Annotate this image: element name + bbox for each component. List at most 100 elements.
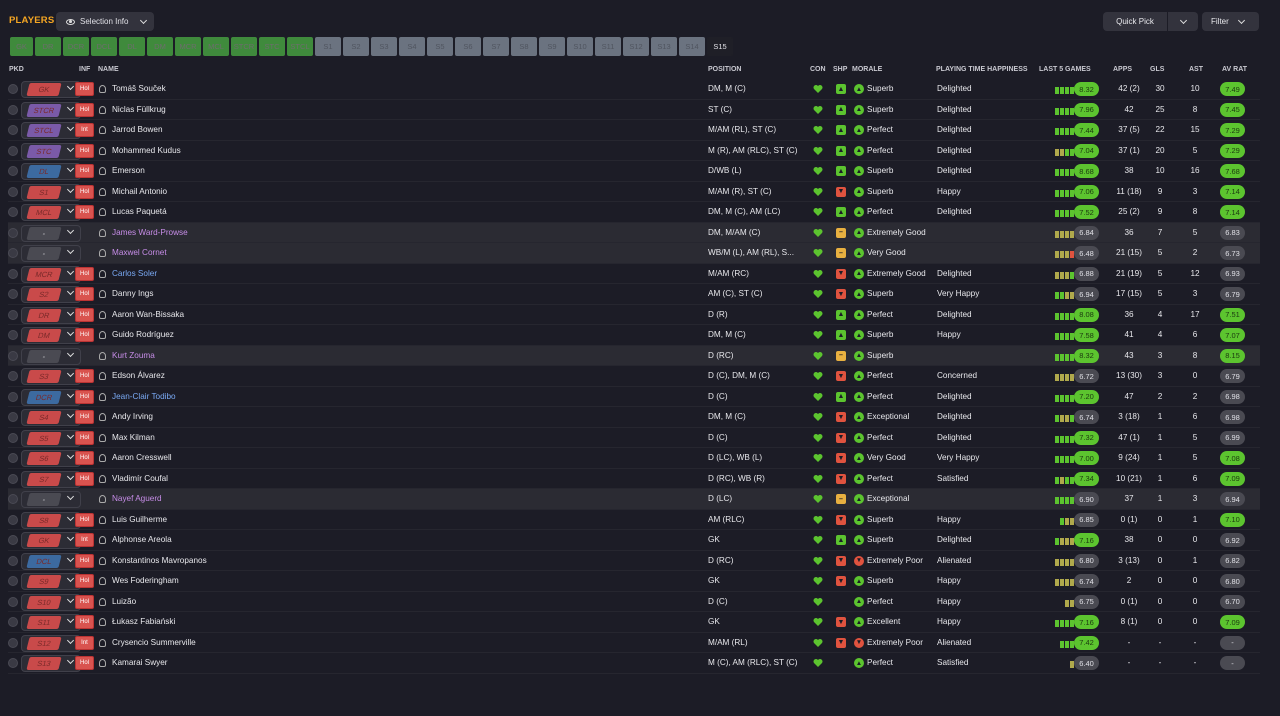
player-name[interactable]: Maxwel Cornet [112, 248, 167, 257]
pick-checkbox[interactable] [8, 227, 18, 238]
info-badge[interactable]: Hol [75, 143, 94, 158]
player-name[interactable]: Kamarai Swyer [112, 658, 168, 667]
info-badge[interactable]: Hol [75, 184, 94, 199]
selection-dropdown[interactable]: DCR [21, 388, 81, 406]
info-badge[interactable]: Hol [75, 102, 94, 117]
selection-dropdown[interactable]: - [21, 491, 81, 508]
col-morale[interactable]: MORALE [852, 66, 882, 73]
selection-dropdown[interactable]: STC [21, 142, 81, 160]
pick-checkbox[interactable] [8, 145, 18, 156]
col-ast[interactable]: AST [1189, 66, 1203, 73]
tab-s5[interactable]: S5 [427, 37, 453, 56]
pick-checkbox[interactable] [8, 289, 18, 299]
table-row[interactable]: S4 Hol Andy Irving DM, M (C) ▼ ▲ Exceptional De… [8, 407, 1260, 428]
player-name[interactable]: Edson Álvarez [112, 371, 165, 380]
pick-checkbox[interactable] [8, 412, 18, 422]
table-row[interactable]: S12 Int Crysencio Summerville M/AM (RL) ▼ ▼ Ex… [8, 633, 1260, 653]
player-name[interactable]: Crysencio Summerville [112, 638, 196, 647]
player-name[interactable]: Luizão [112, 597, 136, 606]
selection-dropdown[interactable]: S9 [21, 573, 81, 590]
pick-checkbox[interactable] [8, 186, 18, 197]
tab-s13[interactable]: S13 [651, 37, 677, 56]
filter-button[interactable]: Filter [1202, 12, 1259, 31]
pick-checkbox[interactable] [8, 494, 18, 504]
tab-s6[interactable]: S6 [455, 37, 481, 56]
info-badge[interactable]: Hol [75, 451, 94, 465]
table-row[interactable]: S9 Hol Wes Foderingham GK ▼ ▲ Superb Happy 6.74 2… [8, 571, 1260, 592]
pick-checkbox[interactable] [8, 473, 18, 484]
selection-dropdown[interactable]: S8 [21, 511, 81, 529]
table-row[interactable]: DCR Hol Jean-Clair Todibo D (C) ▲ ▲ Perfect Del… [8, 387, 1260, 407]
pick-checkbox[interactable] [8, 555, 18, 566]
info-badge[interactable]: Hol [75, 410, 94, 424]
table-row[interactable]: - Kurt Zouma D (RC) – ▲ Superb 8.32 43 3 8 8.15 [8, 345, 1260, 366]
selection-dropdown[interactable]: S6 [21, 450, 81, 467]
info-badge[interactable]: Hol [75, 512, 94, 527]
player-name[interactable]: Lucas Paquetá [112, 207, 167, 216]
player-name[interactable]: Konstantinos Mavropanos [112, 556, 207, 565]
player-name[interactable]: Luis Guilherme [112, 515, 167, 524]
table-row[interactable]: GK Hol Tomáš Souček DM, M (C) ▲ ▲ Superb Deligh… [8, 79, 1260, 100]
player-name[interactable]: Jarrod Bowen [112, 125, 163, 134]
pick-checkbox[interactable] [8, 576, 18, 586]
player-name[interactable]: Aaron Wan-Bissaka [112, 310, 184, 319]
pick-checkbox[interactable] [8, 432, 18, 443]
info-badge[interactable]: Hol [75, 430, 94, 445]
quick-pick-button[interactable]: Quick Pick [1103, 12, 1167, 31]
pick-checkbox[interactable] [8, 166, 18, 176]
player-name[interactable]: Vladimír Coufal [112, 474, 168, 483]
selection-dropdown[interactable]: S13 [21, 655, 81, 672]
player-name[interactable]: Emerson [112, 166, 145, 175]
pick-checkbox[interactable] [8, 637, 18, 648]
selection-dropdown[interactable]: GK [21, 81, 81, 98]
pick-checkbox[interactable] [8, 125, 18, 135]
info-badge[interactable]: Hol [75, 553, 94, 568]
tab-s4[interactable]: S4 [399, 37, 425, 56]
player-name[interactable]: Danny Ings [112, 289, 153, 298]
player-name[interactable]: Alphonse Areola [112, 535, 172, 544]
tab-s15[interactable]: S15 [707, 37, 733, 56]
pick-checkbox[interactable] [8, 104, 18, 115]
selection-dropdown[interactable]: - [21, 224, 81, 242]
player-name[interactable]: Guido Rodríguez [112, 330, 174, 339]
selection-dropdown[interactable]: S1 [21, 183, 81, 201]
pick-checkbox[interactable] [8, 309, 18, 320]
table-row[interactable]: S10 Hol Luizão D (C) ▲ Perfect Happy 6.75 0 (1) 0… [8, 592, 1260, 612]
selection-info-button[interactable]: Selection Info [56, 12, 154, 31]
col-playing-time[interactable]: PLAYING TIME HAPPINESS [936, 66, 1028, 73]
pick-checkbox[interactable] [8, 453, 18, 463]
tab-s3[interactable]: S3 [371, 37, 397, 56]
table-row[interactable]: S2 Hol Danny Ings AM (C), ST (C) ▼ ▲ Superb Ver… [8, 284, 1260, 305]
pick-checkbox[interactable] [8, 268, 18, 279]
table-row[interactable]: STCL Int Jarrod Bowen M/AM (RL), ST (C) ▲ ▲ Pe… [8, 120, 1260, 141]
player-name[interactable]: Wes Foderingham [112, 576, 179, 585]
tab-stcr[interactable]: STCR [231, 37, 257, 56]
table-row[interactable]: S6 Hol Aaron Cresswell D (LC), WB (L) ▼ ▲ Very… [8, 448, 1260, 469]
player-name[interactable]: Nayef Aguerd [112, 494, 162, 503]
table-row[interactable]: S13 Hol Kamarai Swyer M (C), AM (RLC), ST (… [8, 653, 1260, 674]
tab-dm[interactable]: DM [147, 37, 173, 56]
tab-gk[interactable]: GK [10, 37, 33, 56]
col-pkd[interactable]: PKD [9, 66, 24, 73]
pick-checkbox[interactable] [8, 596, 18, 607]
pick-checkbox[interactable] [8, 207, 18, 217]
col-con[interactable]: CON [810, 66, 826, 73]
tab-stcl[interactable]: STCL [287, 37, 313, 56]
selection-dropdown[interactable]: S12 [21, 634, 81, 652]
selection-dropdown[interactable]: DL [21, 163, 81, 180]
info-badge[interactable]: Hol [75, 82, 94, 96]
col-position[interactable]: POSITION [708, 66, 741, 73]
tab-s2[interactable]: S2 [343, 37, 369, 56]
info-badge[interactable]: Hol [75, 369, 94, 383]
selection-dropdown[interactable]: GK [21, 532, 81, 549]
info-badge[interactable]: Hol [75, 594, 94, 609]
player-name[interactable]: Aaron Cresswell [112, 453, 172, 462]
tab-s7[interactable]: S7 [483, 37, 509, 56]
selection-dropdown[interactable]: S2 [21, 286, 81, 303]
pick-checkbox[interactable] [8, 658, 18, 668]
tab-stc[interactable]: STC [259, 37, 285, 56]
selection-dropdown[interactable]: STCR [21, 101, 81, 119]
tab-dr[interactable]: DR [35, 37, 61, 56]
pick-checkbox[interactable] [8, 371, 18, 381]
player-name[interactable]: Jean-Clair Todibo [112, 392, 176, 401]
